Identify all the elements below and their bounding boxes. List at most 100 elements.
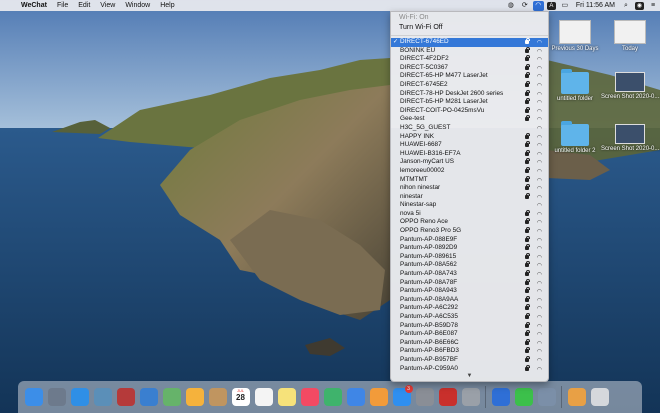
launchpad-icon[interactable] [47,388,66,406]
wifi-network-item[interactable]: HUAWEI-6687 ◠ [391,141,548,150]
menu-view[interactable]: View [95,0,120,11]
wifi-network-item[interactable]: Pantum-AP-A6C535 ◠ [391,313,548,322]
wifi-network-item[interactable]: ninestar ◠ [391,192,548,202]
wifi-network-item[interactable]: DIRECT-78-HP DeskJet 2600 series ◠ [391,89,548,99]
wifi-network-item[interactable]: Pantum-AP-B6E66C ◠ [391,338,548,348]
wifi-network-item[interactable]: Pantum-AP-B59D78 ◠ [391,321,548,331]
safari-icon[interactable] [70,388,89,406]
notes-icon[interactable] [277,388,296,406]
wifi-network-name: Pantum-AP-C959A0 [400,364,458,372]
printer-icon[interactable] [461,388,480,406]
lock-icon [525,141,530,148]
lock-icon [525,89,530,96]
reminders-icon[interactable] [254,388,273,406]
scroll-down-arrow-icon[interactable]: ▼ [391,373,548,379]
wifi-network-item[interactable]: Pantum-AP-08A743 ◠ [391,270,548,279]
desktop-icon-untitled-folder-2[interactable]: untitled folder 2 [546,121,604,155]
pages-icon[interactable] [369,388,388,406]
wifi-network-name: lemoreeu00002 [400,166,445,174]
menu-window[interactable]: Window [120,0,155,11]
calendar-icon[interactable]: JUL 28 [231,388,250,406]
wifi-network-item[interactable]: Pantum-AP-B957BF ◠ [391,355,548,365]
wifi-network-item[interactable]: H3C_5G_GUEST ◠ [391,124,548,133]
menu-edit[interactable]: Edit [73,0,95,11]
wps-icon[interactable] [491,388,510,406]
system-preferences-icon[interactable] [415,388,434,406]
trash-icon[interactable] [590,388,609,406]
document-thumbnail-icon [559,20,591,44]
lock-icon [525,166,530,173]
finder-blue-icon[interactable] [139,388,158,406]
battery-icon[interactable]: ▭ [559,0,571,11]
wifi-network-item[interactable]: Pantum-AP-08A943 ◠ [391,287,548,296]
music-icon[interactable] [300,388,319,406]
lock-icon [525,115,530,122]
lock-icon [525,72,530,79]
menu-clock[interactable]: Fri 11:56 AM [572,0,619,11]
notification-center-icon[interactable]: ≡ [647,0,659,11]
app-store-icon[interactable]: 3 [392,385,413,406]
wifi-network-item[interactable]: DIRECT-COIT-PO-0425msVu ◠ [391,106,548,116]
turn-wifi-off-item[interactable]: Turn Wi-Fi Off [399,23,540,33]
sync-status-icon[interactable]: ⟳ [519,0,531,11]
wifi-icon[interactable]: ◠ [532,0,544,11]
wifi-network-item[interactable]: Pantum-AP-B6E087 ◠ [391,330,548,339]
wifi-network-item[interactable]: Pantum-AP-A6C292 ◠ [391,304,548,313]
lock-icon [525,270,530,277]
wifi-network-item[interactable]: Pantum-AP-08A9AA ◠ [391,295,548,305]
wifi-network-item[interactable]: Pantum-AP-089615 ◠ [391,252,548,262]
wifi-network-item[interactable]: DIRECT-5C0367 ◠ [391,63,548,73]
wifi-network-item[interactable]: MTMTMT ◠ [391,175,548,185]
desktop-icon-untitled-folder[interactable]: untitled folder [546,69,604,103]
wifi-network-item[interactable]: OPPO Reno Ace ◠ [391,218,548,227]
wifi-network-item[interactable]: nova 5i ◠ [391,209,548,219]
search-icon[interactable]: ⌕ [620,0,632,11]
lock-icon [525,321,530,328]
numbers-icon[interactable] [323,388,342,406]
wifi-network-item[interactable]: ✓ DIRECT-6746ED ◠ [391,38,548,47]
wifi-network-item[interactable]: DIRECT-4F2DF2 ◠ [391,55,548,64]
contacts-icon[interactable] [208,388,227,406]
wifi-network-item[interactable]: Pantum-AP-08A562 ◠ [391,261,548,270]
app-menu[interactable]: WeChat [16,0,52,11]
wifi-network-item[interactable]: HUAWEI-B316-EF7A ◠ [391,149,548,159]
keynote-icon[interactable] [346,388,365,406]
wifi-network-item[interactable]: nihon ninestar ◠ [391,184,548,193]
photo-booth-icon[interactable] [116,388,135,406]
wifi-network-item[interactable]: BONINK EU ◠ [391,46,548,56]
wifi-network-item[interactable]: Janson-myCart US ◠ [391,158,548,167]
wifi-network-item[interactable]: DIRECT-65-HP M477 LaserJet ◠ [391,72,548,81]
menu-help[interactable]: Help [155,0,179,11]
wifi-network-name: H3C_5G_GUEST [400,123,451,131]
desktop-icon-screen-shot-1[interactable]: Screen Shot 2020-0....2 AM [601,72,660,101]
wifi-network-item[interactable]: OPPO Reno3 Pro 5G ◠ [391,227,548,236]
finder-icon[interactable] [24,388,43,406]
wifi-network-item[interactable]: DIRECT-b5-HP M281 LaserJet ◠ [391,98,548,107]
desktop-icon-previous-30-days[interactable]: Previous 30 Days [546,20,604,53]
wifi-network-item[interactable]: HAPPY INK ◠ [391,132,548,142]
wifi-network-item[interactable]: Gee-test ◠ [391,115,548,124]
wechat-icon[interactable] [514,388,533,406]
menu-file[interactable]: File [52,0,73,11]
wifi-network-item[interactable]: DIRECT-6745E2 ◠ [391,80,548,90]
wifi-network-item[interactable]: Ninestar-sap ◠ [391,201,548,210]
desktop-icon-screen-shot-2[interactable]: Screen Shot 2020-0....39.16 PM [601,124,660,153]
maps-icon[interactable] [162,388,181,406]
downloads-icon[interactable] [567,388,586,406]
input-source-icon[interactable]: A [546,1,556,10]
wifi-network-item[interactable]: Pantum-AP-08A78F ◠ [391,278,548,288]
wifi-network-item[interactable]: Pantum-AP-088E9F ◠ [391,235,548,245]
wifi-network-item[interactable]: lemoreeu00002 ◠ [391,166,548,176]
wifi-network-item[interactable]: Pantum-AP-C959A0 ◠ [391,364,548,374]
wifi-network-item[interactable]: Pantum-AP-0892D9 ◠ [391,244,548,253]
photos-icon[interactable] [185,388,204,406]
desktop-icon-today[interactable]: Today [601,20,659,53]
photo-viewer-icon[interactable] [93,388,112,406]
wifi-network-item[interactable]: Pantum-AP-B6FBD3 ◠ [391,347,548,356]
wifi-network-name: Pantum-AP-B957BF [400,355,458,363]
preview-icon[interactable] [537,388,556,406]
user-icon[interactable]: ◉ [635,1,644,10]
lock-icon [525,192,530,199]
acrobat-icon[interactable] [438,388,457,406]
wechat-status-icon[interactable]: ◍ [505,0,517,11]
